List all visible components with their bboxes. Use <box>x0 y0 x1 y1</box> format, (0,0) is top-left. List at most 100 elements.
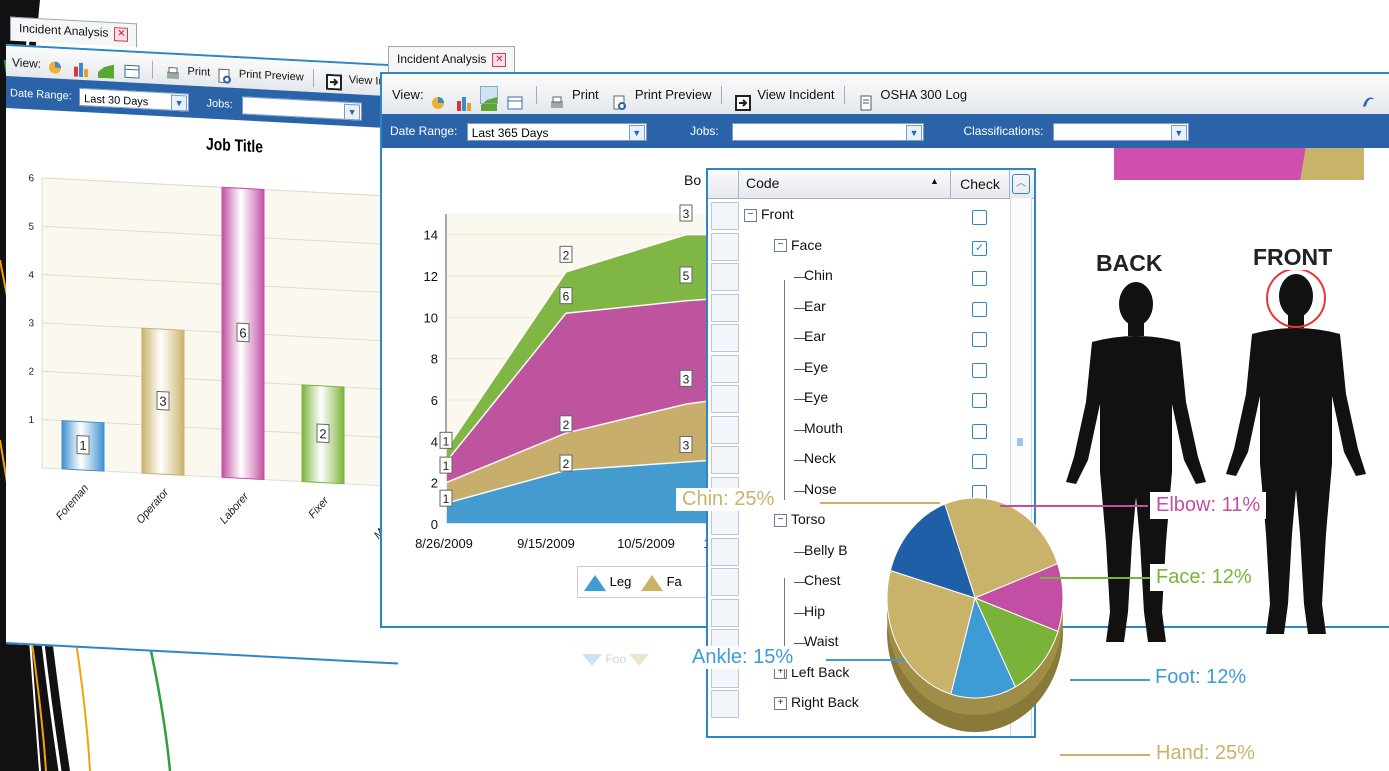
tree-node[interactable]: − Face <box>774 237 822 253</box>
row-selector[interactable] <box>711 354 739 383</box>
row-selector[interactable] <box>711 690 739 718</box>
chevron-down-icon[interactable]: ▼ <box>344 103 361 121</box>
classifications-select[interactable]: ▼ <box>1052 122 1189 141</box>
grid-view-icon[interactable] <box>507 87 523 110</box>
tree-row[interactable]: Chin <box>708 263 1034 293</box>
print-button[interactable]: Print <box>572 75 599 115</box>
view-incident-icon[interactable] <box>734 87 751 111</box>
tree-node-label: Ear <box>804 328 826 344</box>
grid-view-icon[interactable] <box>124 60 140 79</box>
tree-row-checkbox[interactable] <box>972 393 987 408</box>
tree-node-label: Ear <box>804 297 826 314</box>
close-icon[interactable]: ✕ <box>492 52 507 67</box>
tree-node[interactable]: − Torso <box>774 511 825 527</box>
scroll-up-button[interactable]: ︿ <box>1012 174 1030 194</box>
body-front-label: FRONT <box>1253 244 1333 270</box>
tree-row[interactable]: Eye <box>708 354 1034 385</box>
area-view-icon[interactable] <box>98 59 115 79</box>
collapse-icon[interactable]: − <box>774 239 787 253</box>
collapse-icon[interactable]: − <box>774 513 787 527</box>
tree-row[interactable]: − Face ✓ <box>708 232 1034 263</box>
bar-view-icon[interactable] <box>73 57 89 78</box>
chevron-down-icon[interactable]: ▼ <box>171 94 188 112</box>
print-button[interactable]: Print <box>188 56 211 87</box>
pie-view-icon[interactable] <box>430 87 446 109</box>
tree-node[interactable]: − Front <box>744 206 794 222</box>
tree-node[interactable]: Ear <box>804 328 826 344</box>
tree-node[interactable]: Belly B <box>804 542 848 558</box>
chevron-down-icon[interactable]: ▼ <box>628 124 645 141</box>
bar-y-tick-label: 3 <box>28 318 34 329</box>
area-data-label: 1 <box>443 492 450 506</box>
sort-ascending-icon[interactable]: ▲ <box>930 176 939 186</box>
row-selector[interactable] <box>711 537 739 566</box>
tree-row-checkbox[interactable]: ✓ <box>972 240 987 256</box>
tree-node[interactable]: Waist <box>804 633 838 649</box>
row-selector[interactable] <box>711 232 739 261</box>
tree-node[interactable]: Mouth <box>804 420 843 436</box>
tree-node[interactable]: Chin <box>804 267 833 283</box>
check-column-header[interactable]: Check <box>950 170 1010 198</box>
row-selector[interactable] <box>711 293 739 322</box>
bar-view-icon[interactable] <box>456 87 472 111</box>
view-incident-button[interactable]: View Incident <box>757 75 834 115</box>
chevron-down-icon[interactable]: ▼ <box>1170 124 1187 141</box>
row-selector[interactable] <box>711 385 739 413</box>
jobs-select[interactable]: ▼ <box>242 96 363 121</box>
tree-row[interactable]: Ear <box>708 324 1034 354</box>
jobs-select[interactable]: ▼ <box>732 122 925 141</box>
tree-row-checkbox[interactable] <box>972 271 987 286</box>
row-selector[interactable] <box>711 202 739 230</box>
row-selector[interactable] <box>711 415 739 444</box>
print-icon[interactable] <box>549 87 565 108</box>
front-incident-analysis-tab[interactable]: Incident Analysis ✕ <box>388 46 516 72</box>
tree-node[interactable]: Ear <box>804 298 826 314</box>
date-range-select[interactable]: Last 30 Days ▼ <box>79 87 190 112</box>
date-range-value: Last 365 Days <box>471 125 549 140</box>
tree-node[interactable]: + Right Back <box>774 694 859 710</box>
tree-row-checkbox[interactable] <box>972 210 987 225</box>
date-range-select[interactable]: Last 365 Days ▼ <box>466 122 647 141</box>
tree-row[interactable]: Mouth <box>708 415 1034 446</box>
tree-row[interactable]: Neck <box>708 446 1034 476</box>
row-selector[interactable] <box>711 598 739 627</box>
view-incident-icon[interactable] <box>326 71 343 91</box>
tree-node[interactable]: Hip <box>804 603 825 619</box>
row-selector[interactable] <box>711 446 739 474</box>
tree-node[interactable]: Neck <box>804 450 836 466</box>
tree-row-checkbox[interactable] <box>972 362 987 378</box>
tree-row-checkbox[interactable] <box>972 301 987 317</box>
row-selector[interactable] <box>711 507 739 535</box>
tree-node[interactable]: Chest <box>804 572 841 588</box>
tree-row-checkbox[interactable] <box>972 423 987 439</box>
expand-icon[interactable]: + <box>774 696 787 710</box>
print-preview-button[interactable]: Print Preview <box>635 75 712 115</box>
area-y-tick-label: 4 <box>431 434 438 449</box>
tree-row[interactable]: − Front <box>708 202 1034 232</box>
row-selector[interactable] <box>711 324 739 352</box>
close-icon[interactable]: ✕ <box>114 26 129 42</box>
print-preview-button[interactable]: Print Preview <box>239 59 304 92</box>
row-selector[interactable] <box>711 568 739 596</box>
chevron-down-icon[interactable]: ▼ <box>906 124 923 141</box>
print-preview-icon[interactable] <box>217 65 233 84</box>
area-data-label: 6 <box>563 290 570 304</box>
scrollbar-thumb[interactable] <box>1017 438 1023 446</box>
osha-log-button[interactable]: OSHA 300 Log <box>880 75 967 115</box>
area-view-icon[interactable] <box>480 85 499 111</box>
tree-row-checkbox[interactable] <box>972 332 987 347</box>
tree-row-checkbox[interactable] <box>972 454 987 469</box>
help-icon[interactable] <box>1360 86 1376 107</box>
row-selector[interactable] <box>711 263 739 291</box>
tree-row[interactable]: Eye <box>708 385 1034 415</box>
tree-node[interactable]: Nose <box>804 481 837 497</box>
collapse-icon[interactable]: − <box>744 208 757 222</box>
tree-node[interactable]: Eye <box>804 359 828 375</box>
print-icon[interactable] <box>165 62 181 79</box>
print-preview-icon[interactable] <box>612 87 628 110</box>
tree-row[interactable]: Ear <box>708 293 1034 324</box>
code-column-header[interactable]: Code <box>746 175 779 191</box>
pie-view-icon[interactable] <box>47 56 63 74</box>
tree-node[interactable]: Eye <box>804 389 828 405</box>
osha-log-icon[interactable] <box>858 87 874 111</box>
